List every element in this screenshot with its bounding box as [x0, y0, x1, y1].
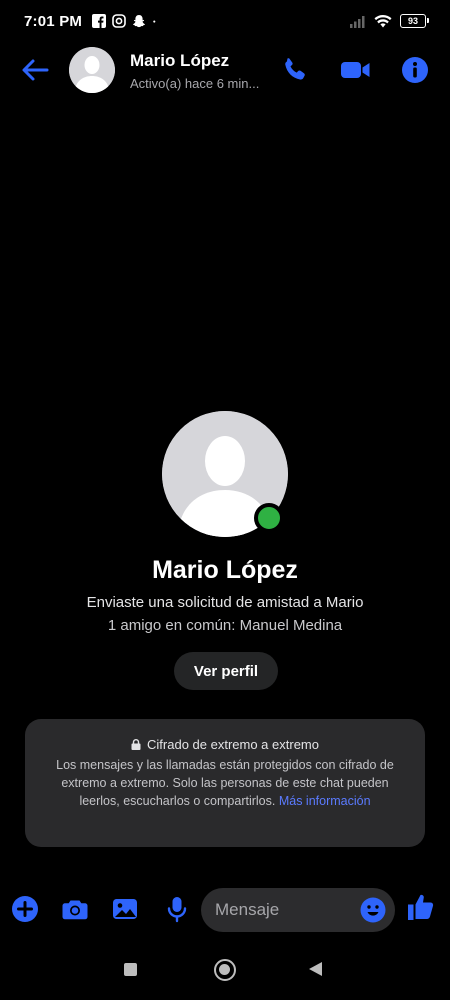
notification-icons [92, 14, 160, 28]
encryption-title: Cifrado de extremo a extremo [147, 737, 319, 752]
dot-icon [153, 20, 156, 23]
thumbs-up-icon[interactable] [406, 892, 436, 922]
snapchat-icon [133, 15, 145, 28]
encryption-body: Los mensajes y las llamadas están proteg… [47, 756, 403, 810]
lock-icon [131, 739, 141, 750]
home-icon[interactable] [214, 959, 236, 981]
avatar[interactable] [69, 47, 115, 93]
friend-request-text: Enviaste una solicitud de amistad a Mari… [86, 594, 364, 611]
back-triangle-icon[interactable] [309, 962, 322, 976]
online-status-badge [254, 503, 284, 533]
facebook-icon [92, 14, 107, 28]
contact-name: Mario López [130, 51, 230, 70]
instagram-icon [112, 14, 126, 28]
gallery-icon[interactable] [111, 895, 139, 923]
camera-icon[interactable] [61, 895, 89, 923]
message-input-container[interactable] [201, 888, 395, 932]
encryption-title-row: Cifrado de extremo a extremo [47, 737, 403, 752]
phone-icon[interactable] [281, 56, 309, 84]
recent-apps-icon[interactable] [124, 963, 137, 976]
mutual-friends-text: 1 amigo en común: Manuel Medina [107, 617, 343, 634]
info-icon[interactable] [401, 56, 429, 84]
message-input[interactable] [215, 888, 355, 932]
message-composer [0, 884, 450, 934]
emoji-icon[interactable] [360, 897, 386, 923]
status-right-icons: 93 [350, 14, 429, 28]
default-avatar-icon [69, 47, 115, 93]
wifi-icon [374, 14, 392, 28]
profile-avatar-container [162, 411, 288, 537]
encryption-notice: Cifrado de extremo a extremo Los mensaje… [25, 719, 425, 847]
signal-icon [350, 15, 365, 28]
view-profile-button[interactable]: Ver perfil [174, 652, 278, 690]
back-arrow-icon[interactable] [20, 56, 50, 84]
video-camera-icon[interactable] [340, 56, 372, 84]
more-info-link[interactable]: Más información [279, 794, 371, 808]
contact-info[interactable]: Mario López Activo(a) hace 6 min... [130, 51, 259, 91]
battery-icon: 93 [400, 14, 429, 28]
chat-header: Mario López Activo(a) hace 6 min... [0, 42, 450, 98]
profile-name: Mario López [152, 556, 298, 584]
status-bar: 7:01 PM 93 [0, 0, 450, 42]
microphone-icon[interactable] [163, 895, 191, 923]
plus-icon[interactable] [11, 895, 39, 923]
system-navigation-bar [0, 945, 450, 995]
contact-status: Activo(a) hace 6 min... [130, 76, 260, 91]
status-time: 7:01 PM [24, 12, 83, 30]
